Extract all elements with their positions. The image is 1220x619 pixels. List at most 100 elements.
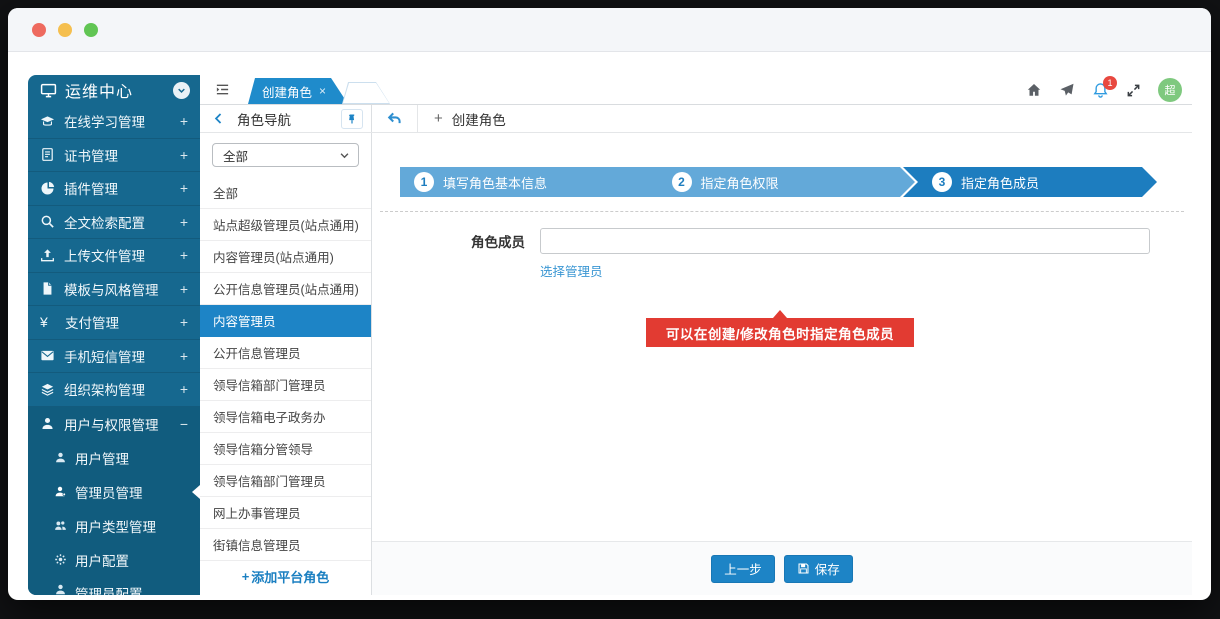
monitor-icon	[40, 82, 57, 99]
tab-label: 创建角色	[262, 82, 312, 101]
save-button[interactable]: 保存	[784, 555, 853, 583]
role-members-input[interactable]	[540, 228, 1150, 254]
role-filter-select[interactable]: 全部	[212, 143, 359, 167]
tab-create-role[interactable]: 创建角色 ×	[248, 78, 348, 104]
list-item[interactable]: 站点超级管理员(站点通用)	[200, 209, 371, 241]
pie-icon	[40, 181, 55, 196]
sidebar-subitem-admin-config[interactable]: 管理员配置	[28, 577, 200, 596]
wizard-step-3-active[interactable]: 3 指定角色成员	[903, 167, 1157, 197]
list-item[interactable]: 公开信息管理员	[200, 337, 371, 369]
tooltip-arrow-icon	[773, 310, 787, 318]
gear-icon	[54, 553, 67, 566]
sidebar-subitem-admin-management[interactable]: 管理员管理	[28, 475, 200, 509]
sidebar-subitem-user-config[interactable]: 用户配置	[28, 543, 200, 577]
users-icon	[54, 519, 67, 532]
sidebar-subitem-user-management[interactable]: 用户管理	[28, 441, 200, 475]
sidebar-subitem-user-types[interactable]: 用户类型管理	[28, 509, 200, 543]
chevron-left-icon[interactable]	[212, 112, 225, 125]
expand-plus-icon: +	[180, 214, 188, 230]
wizard-completed-steps: 1 填写角色基本信息 2 指定角色权限	[400, 167, 915, 197]
send-icon[interactable]	[1059, 82, 1075, 98]
back-icon[interactable]	[386, 110, 403, 127]
expand-plus-icon: +	[180, 147, 188, 163]
fullscreen-icon[interactable]	[1126, 83, 1141, 98]
sidebar: 运维中心 在线学习管理 + 证书管理 + 插件管理 + 全文检索配置 +	[28, 75, 200, 595]
sidebar-item-users-permissions[interactable]: 用户与权限管理 −	[28, 407, 200, 441]
role-members-label: 角色成员	[372, 231, 525, 251]
add-platform-role-link[interactable]: + 添加平台角色	[200, 561, 371, 591]
user-icon	[40, 416, 55, 431]
layers-icon	[40, 382, 55, 397]
tooltip-callout: 可以在创建/修改角色时指定角色成员	[646, 318, 914, 347]
wizard-step-1[interactable]: 1 填写角色基本信息	[400, 167, 658, 197]
sidebar-header[interactable]: 运维中心	[28, 75, 200, 105]
admin-icon	[54, 485, 67, 498]
toolbar-icons: 1 超	[1026, 75, 1182, 105]
main-panel: 1 填写角色基本信息 2 指定角色权限 3 指定角色成员	[372, 133, 1192, 595]
new-tab-ghost	[342, 82, 390, 104]
role-navigation-panel: 全部 全部 站点超级管理员(站点通用) 内容管理员(站点通用) 公开信息管理员(…	[200, 133, 372, 595]
admin-icon	[54, 583, 67, 596]
sidebar-item-org-structure[interactable]: 组织架构管理 +	[28, 373, 200, 407]
select-admin-link[interactable]: 选择管理员	[540, 261, 603, 280]
list-item-selected[interactable]: 内容管理员	[200, 305, 371, 337]
sidebar-item-upload-files[interactable]: 上传文件管理 +	[28, 239, 200, 273]
expand-plus-icon: +	[180, 247, 188, 263]
list-item[interactable]: 公开信息管理员(站点通用)	[200, 273, 371, 305]
expand-plus-icon: +	[180, 180, 188, 196]
step-number: 2	[672, 172, 692, 192]
panel-title: 角色导航	[237, 109, 341, 129]
close-tab-icon[interactable]: ×	[319, 84, 326, 98]
app-window: 运维中心 在线学习管理 + 证书管理 + 插件管理 + 全文检索配置 +	[8, 8, 1211, 600]
list-item[interactable]: 内容管理员(站点通用)	[200, 241, 371, 273]
content-area: 创建角色 × 1 超	[200, 75, 1192, 595]
expand-plus-icon: +	[180, 281, 188, 297]
sidebar-item-sms[interactable]: 手机短信管理 +	[28, 340, 200, 374]
upload-icon	[40, 248, 55, 263]
sidebar-item-certificates[interactable]: 证书管理 +	[28, 139, 200, 173]
expand-plus-icon: +	[180, 348, 188, 364]
list-item[interactable]: 网上办事管理员	[200, 497, 371, 529]
minimize-window-button[interactable]	[58, 23, 72, 37]
sidebar-item-fulltext-search[interactable]: 全文检索配置 +	[28, 206, 200, 240]
bell-icon[interactable]: 1	[1092, 82, 1109, 99]
plus-icon: +	[434, 110, 443, 127]
sidebar-toggle-icon[interactable]	[214, 82, 231, 102]
home-icon[interactable]	[1026, 82, 1042, 98]
sidebar-group-users-permissions: 用户与权限管理 − 用户管理 管理员管理 用户类型管理 用户配置	[28, 407, 200, 596]
dashed-divider	[380, 211, 1184, 212]
plus-icon: +	[242, 569, 250, 584]
close-window-button[interactable]	[32, 23, 46, 37]
previous-step-button[interactable]: 上一步	[711, 555, 775, 583]
sidebar-item-templates[interactable]: 模板与风格管理 +	[28, 273, 200, 307]
collapse-minus-icon: −	[180, 416, 188, 432]
sidebar-item-payments[interactable]: ¥ 支付管理 +	[28, 306, 200, 340]
subheader-row: 角色导航 + 创建角色	[200, 105, 1192, 133]
pin-icon[interactable]	[341, 109, 363, 129]
user-icon	[54, 451, 67, 464]
avatar[interactable]: 超	[1158, 78, 1182, 102]
sidebar-item-online-learning[interactable]: 在线学习管理 +	[28, 105, 200, 139]
main-header: + 创建角色	[372, 105, 1192, 132]
yen-icon: ¥	[40, 314, 56, 330]
page-title: 创建角色	[452, 109, 506, 129]
list-item[interactable]: 领导信箱部门管理员	[200, 465, 371, 497]
save-floppy-icon	[797, 562, 810, 575]
list-item[interactable]: 领导信箱分管领导	[200, 433, 371, 465]
list-item[interactable]: 街镇信息管理员	[200, 529, 371, 561]
list-item[interactable]: 领导信箱电子政务办	[200, 401, 371, 433]
list-item[interactable]: 领导信箱部门管理员	[200, 369, 371, 401]
app-title: 运维中心	[65, 78, 173, 102]
collapse-circle-icon[interactable]	[173, 82, 190, 99]
certificate-icon	[40, 147, 55, 162]
role-list: 全部 站点超级管理员(站点通用) 内容管理员(站点通用) 公开信息管理员(站点通…	[200, 177, 371, 591]
step-number: 1	[414, 172, 434, 192]
search-icon	[40, 214, 55, 229]
wizard-step-2[interactable]: 2 指定角色权限	[658, 167, 916, 197]
step-number: 3	[932, 172, 952, 192]
list-item[interactable]: 全部	[200, 177, 371, 209]
notification-badge: 1	[1103, 76, 1117, 90]
role-members-row: 角色成员	[372, 228, 1192, 254]
zoom-window-button[interactable]	[84, 23, 98, 37]
sidebar-item-plugins[interactable]: 插件管理 +	[28, 172, 200, 206]
